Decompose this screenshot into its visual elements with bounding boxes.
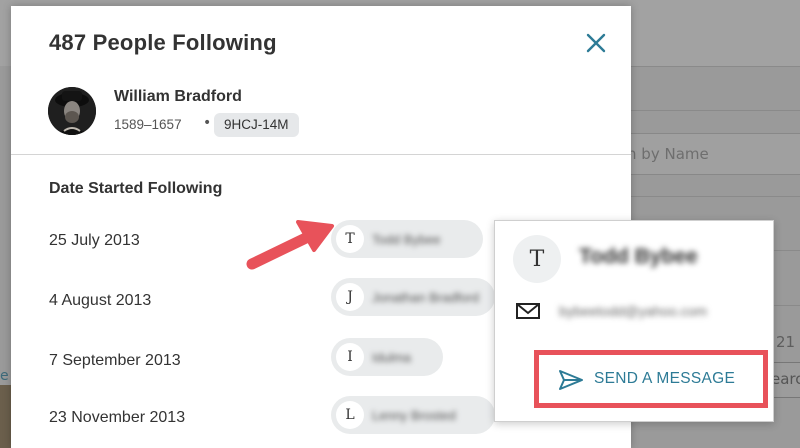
background-link: e	[0, 368, 9, 384]
person-lifespan: 1589–1657	[114, 117, 182, 132]
follow-date: 23 November 2013	[49, 409, 186, 426]
close-button[interactable]	[581, 28, 611, 58]
annotation-arrow-icon	[246, 220, 334, 270]
person-id-badge: 9HCJ-14M	[214, 113, 299, 137]
popover-avatar: T	[513, 235, 561, 283]
annotation-highlight-box	[534, 350, 768, 408]
follower-initial: I	[336, 343, 364, 371]
follower-initial: T	[336, 225, 364, 253]
separator-bullet: •	[203, 115, 212, 131]
mail-icon	[516, 303, 540, 319]
modal-divider	[11, 154, 631, 155]
follower-name: Jonathan Bradford	[372, 289, 479, 305]
section-heading: Date Started Following	[49, 180, 223, 197]
background-divider	[630, 110, 800, 111]
close-icon	[586, 33, 606, 53]
background-divider	[630, 196, 800, 197]
background-divider	[630, 66, 800, 67]
follower-name: Todd Bybee	[372, 231, 441, 247]
popover-name[interactable]: Todd Bybee	[579, 245, 698, 269]
portrait-image	[48, 87, 96, 135]
follow-date: 4 August 2013	[49, 292, 152, 309]
follower-chip[interactable]: T Todd Bybee	[331, 220, 483, 258]
follow-date: 25 July 2013	[49, 232, 140, 249]
follower-chip[interactable]: L Lenny Brosted	[331, 396, 495, 434]
follower-chip[interactable]: J Jonathan Bradford	[331, 278, 495, 316]
follower-initial: L	[336, 401, 364, 429]
modal-title: 487 People Following	[49, 30, 277, 55]
follow-date: 7 September 2013	[49, 352, 181, 369]
background-number: 21	[776, 333, 796, 351]
person-name[interactable]: William Bradford	[114, 88, 242, 106]
follower-chip[interactable]: I Idulma	[331, 338, 443, 376]
follower-name: Idulma	[372, 349, 412, 365]
person-avatar	[48, 87, 96, 135]
follower-initial: J	[336, 283, 364, 311]
popover-email[interactable]: bybeetodd@yahoo.com	[559, 303, 707, 319]
follower-name: Lenny Brosted	[372, 407, 456, 423]
